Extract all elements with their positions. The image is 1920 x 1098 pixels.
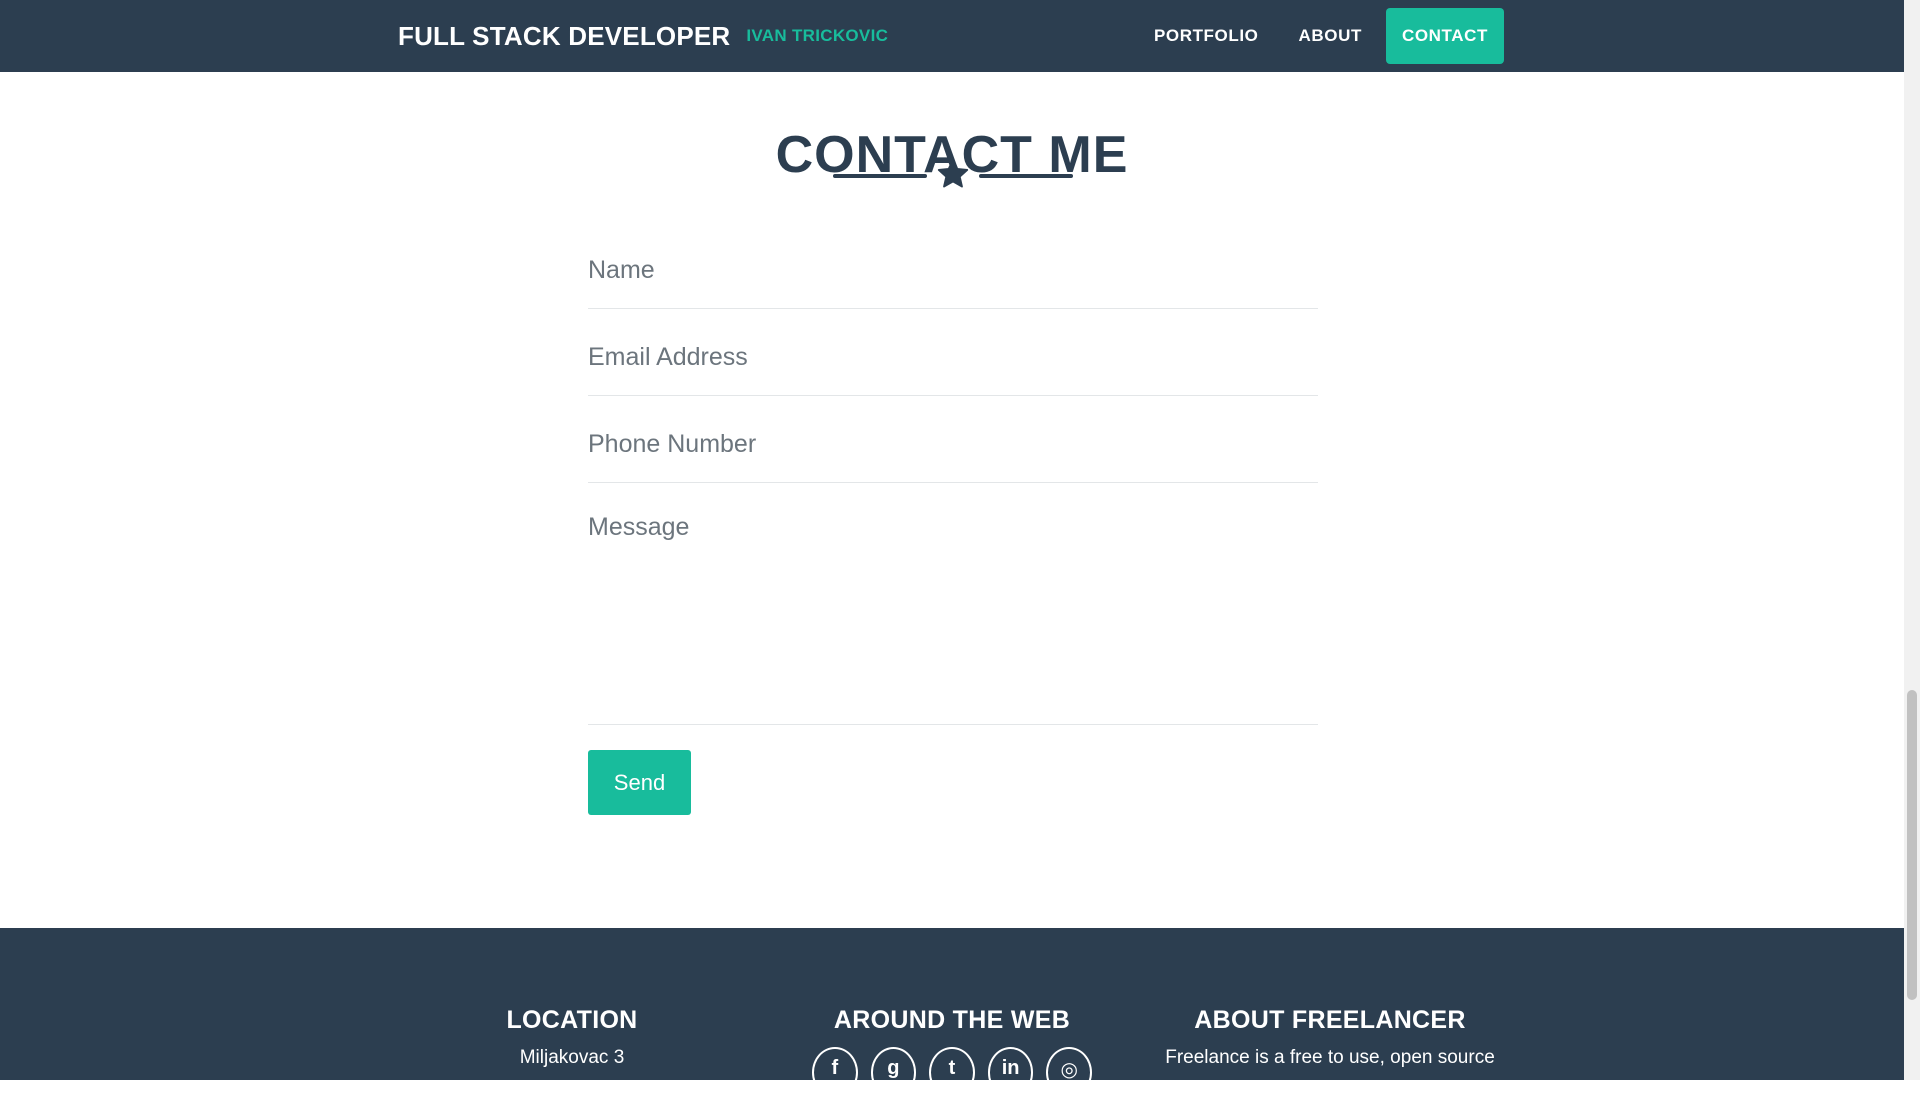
brand-subtitle: IVAN TRICKOVIC bbox=[746, 26, 889, 45]
twitter-icon[interactable]: t bbox=[929, 1047, 975, 1098]
contact-section: CONTACT ME Send bbox=[0, 72, 1904, 928]
social-links: f g t in ◎ bbox=[812, 1047, 1092, 1098]
nav-link-portfolio[interactable]: PORTFOLIO bbox=[1138, 8, 1275, 64]
footer-about: ABOUT FREELANCER Freelance is a free to … bbox=[1160, 1006, 1500, 1069]
phone-field-group bbox=[588, 396, 1318, 483]
nav-links: PORTFOLIO ABOUT CONTACT bbox=[1130, 8, 1504, 64]
facebook-icon[interactable]: f bbox=[812, 1047, 858, 1098]
google-plus-icon[interactable]: g bbox=[870, 1047, 917, 1098]
email-input[interactable] bbox=[588, 337, 1318, 377]
brand[interactable]: FULL STACK DEVELOPER IVAN TRICKOVIC bbox=[398, 0, 888, 72]
send-button[interactable]: Send bbox=[588, 750, 691, 815]
about-title: ABOUT FREELANCER bbox=[1194, 1006, 1466, 1034]
about-text: Freelance is a free to use, open source bbox=[1165, 1047, 1495, 1068]
scrollbar[interactable] bbox=[1904, 0, 1920, 1080]
divider-line-right bbox=[979, 174, 1073, 178]
message-field-group bbox=[588, 483, 1318, 725]
around-web-title: AROUND THE WEB bbox=[833, 1006, 1071, 1034]
email-field-group bbox=[588, 309, 1318, 396]
footer: LOCATION Miljakovac 3 AROUND THE WEB f g… bbox=[0, 928, 1904, 1098]
linkedin-icon[interactable]: in bbox=[987, 1047, 1034, 1098]
divider-line-left bbox=[833, 174, 927, 178]
nav-link-contact[interactable]: CONTACT bbox=[1385, 8, 1504, 64]
location-text: Miljakovac 3 bbox=[519, 1047, 625, 1068]
location-title: LOCATION bbox=[506, 1006, 638, 1034]
name-input[interactable] bbox=[588, 250, 1318, 290]
nav-link-about[interactable]: ABOUT bbox=[1283, 8, 1378, 64]
contact-form bbox=[588, 222, 1318, 725]
star-icon bbox=[937, 158, 969, 188]
scrollbar-thumb[interactable] bbox=[1907, 690, 1917, 1000]
footer-location: LOCATION Miljakovac 3 bbox=[472, 1006, 672, 1069]
name-field-group bbox=[588, 222, 1318, 309]
footer-around-web: AROUND THE WEB f g t in ◎ bbox=[812, 1006, 1092, 1098]
brand-title[interactable]: FULL STACK DEVELOPER bbox=[398, 21, 730, 52]
message-textarea[interactable] bbox=[588, 513, 1318, 703]
phone-input[interactable] bbox=[588, 424, 1318, 464]
title-divider bbox=[833, 156, 1073, 196]
navbar: FULL STACK DEVELOPER IVAN TRICKOVIC PORT… bbox=[0, 0, 1904, 72]
dribbble-icon[interactable]: ◎ bbox=[1046, 1047, 1092, 1098]
